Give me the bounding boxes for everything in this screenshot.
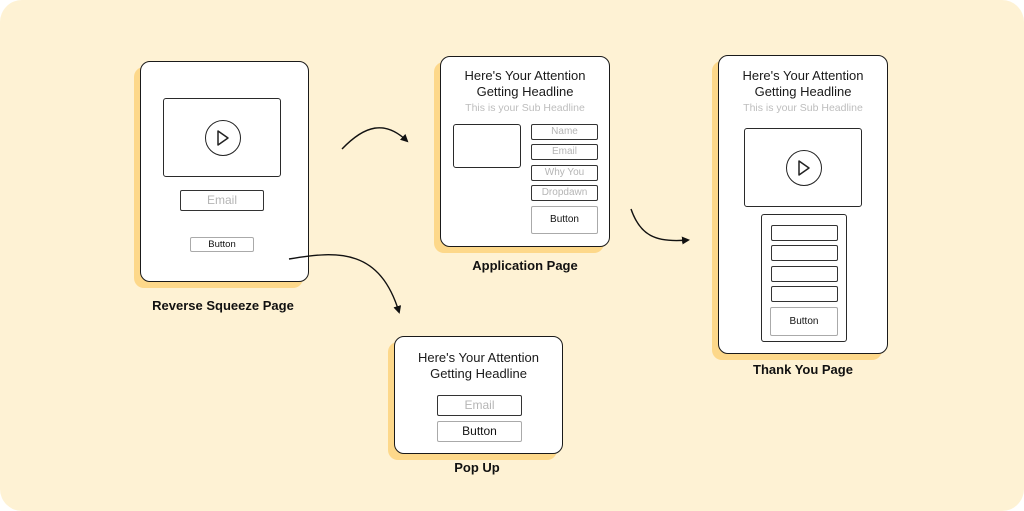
flow-arrows [288, 127, 690, 314]
arrow-squeeze-to-popup [288, 254, 402, 314]
diagram-canvas: Email Button Reverse Squeeze Page Here's… [0, 0, 1024, 511]
arrow-squeeze-to-application [341, 127, 409, 150]
arrow-application-to-thankyou [630, 208, 690, 245]
